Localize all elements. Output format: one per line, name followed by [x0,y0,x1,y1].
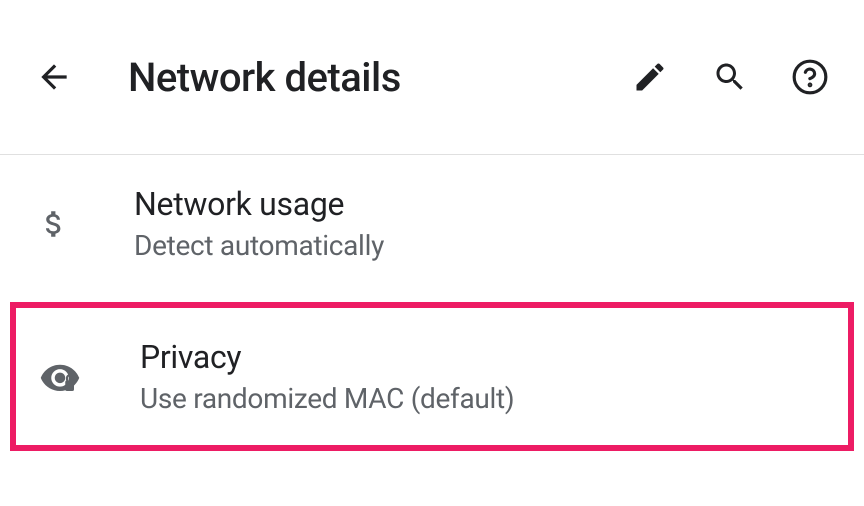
item-text: Network usage Detect automatically [134,185,834,262]
help-button[interactable] [786,53,834,101]
network-usage-item[interactable]: Network usage Detect automatically [0,155,864,292]
privacy-eye-icon [36,353,84,401]
item-text: Privacy Use randomized MAC (default) [140,338,828,415]
privacy-item[interactable]: Privacy Use randomized MAC (default) [10,302,854,451]
page-title: Network details [128,54,594,101]
back-button[interactable] [30,53,78,101]
header: Network details [0,0,864,155]
item-subtitle: Detect automatically [134,229,834,262]
dollar-icon [30,200,78,248]
edit-button[interactable] [626,53,674,101]
search-button[interactable] [706,53,754,101]
pencil-icon [632,59,668,95]
arrow-back-icon [35,58,73,96]
item-title: Network usage [134,185,834,223]
settings-list: Network usage Detect automatically Priva… [0,155,864,451]
help-icon [791,58,829,96]
search-icon [712,59,748,95]
item-title: Privacy [140,338,828,376]
item-subtitle: Use randomized MAC (default) [140,382,828,415]
